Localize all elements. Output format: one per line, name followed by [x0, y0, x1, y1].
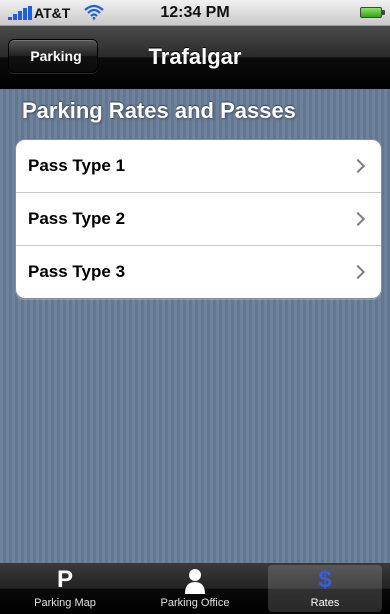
- tab-rates[interactable]: $ Rates: [260, 563, 390, 614]
- screen: AT&T 12:34 PM Parking Trafalgar Parking …: [0, 0, 390, 614]
- dollar-icon: $: [318, 566, 332, 593]
- tab-parking-map[interactable]: P Parking Map: [0, 563, 130, 614]
- tab-label: Parking Map: [34, 597, 96, 609]
- parking-p-icon: P: [56, 566, 73, 593]
- battery-icon: [360, 7, 385, 18]
- list-item-pass-type-2[interactable]: Pass Type 2: [16, 193, 381, 246]
- section-header: Parking Rates and Passes: [22, 98, 296, 123]
- chevron-right-icon: [350, 211, 366, 227]
- tab-parking-office[interactable]: Parking Office: [130, 563, 260, 614]
- list-item-pass-type-1[interactable]: Pass Type 1: [16, 140, 381, 193]
- tab-label: Parking Office: [160, 597, 230, 609]
- list-item-label: Pass Type 1: [28, 156, 126, 175]
- list-item-label: Pass Type 2: [28, 209, 126, 228]
- status-bar: AT&T 12:34 PM: [0, 0, 390, 26]
- tab-bar: P Parking Map Parking Office $ Rates: [0, 563, 390, 614]
- list-item-label: Pass Type 3: [28, 262, 126, 281]
- chevron-right-icon: [350, 158, 366, 174]
- chevron-right-icon: [350, 264, 366, 280]
- status-time: 12:34 PM: [160, 4, 230, 21]
- tab-label: Rates: [310, 597, 340, 609]
- navigation-bar: Parking Trafalgar: [0, 26, 390, 89]
- page-title: Trafalgar: [148, 44, 242, 69]
- person-icon: [184, 568, 206, 594]
- list-item-pass-type-3[interactable]: Pass Type 3: [16, 246, 381, 298]
- pass-type-list: Pass Type 1 Pass Type 2 Pass Type 3: [15, 139, 382, 299]
